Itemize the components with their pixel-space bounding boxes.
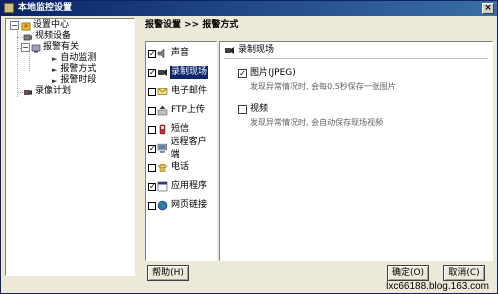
- phone-message-icon: [159, 124, 166, 135]
- option-label: 视频: [250, 104, 269, 114]
- divider: [224, 58, 488, 59]
- list-item-label: 应用程序: [171, 181, 208, 191]
- panel-title: 录制现场: [238, 45, 275, 55]
- list-item-sound[interactable]: ✓ 声音: [148, 46, 215, 61]
- record-scene-checkbox[interactable]: ✓: [148, 68, 156, 77]
- phone-checkbox[interactable]: [148, 163, 156, 172]
- list-item-record-scene[interactable]: ✓ 录制现场: [148, 65, 215, 80]
- settings-tree: − 设置中心 视频设备 − 报警有关 ► 自动监测 ► 报警方式 ► 报警时段 …: [5, 18, 135, 276]
- ok-button[interactable]: 确定(O): [387, 265, 429, 281]
- tree-item-auto-detect[interactable]: ► 自动监测: [52, 53, 96, 64]
- tree-item-video-device[interactable]: 视频设备: [23, 31, 71, 42]
- telephone-icon: [157, 163, 168, 172]
- list-item-email[interactable]: 电子邮件: [148, 84, 215, 99]
- remote-client-checkbox[interactable]: ✓: [148, 144, 156, 153]
- application-checkbox[interactable]: ✓: [148, 182, 156, 191]
- option-label: 图片(JPEG): [250, 68, 296, 78]
- list-item-application[interactable]: ✓ 应用程序: [148, 179, 215, 194]
- tree-item-label: 视频设备: [35, 31, 72, 41]
- list-item-label: 录制现场: [170, 66, 209, 79]
- sms-checkbox[interactable]: [148, 125, 156, 134]
- record-plan-icon: [24, 89, 32, 95]
- watermark: lxc66188.blog.163.com: [386, 281, 489, 292]
- computer-icon: [157, 143, 167, 153]
- camera-icon: [23, 34, 32, 40]
- option-description: 发现异常情况时, 会每0.5秒保存一张图片: [250, 82, 396, 91]
- tree-item-alarm-related[interactable]: − 报警有关: [21, 42, 79, 53]
- envelope-icon: [157, 88, 168, 95]
- collapse-icon[interactable]: −: [10, 21, 19, 30]
- web-link-checkbox[interactable]: [148, 201, 156, 210]
- settings-window: 本地监控设置 × − 设置中心 视频设备 − 报警有关 ► 自动监测 ► 报警方…: [0, 0, 498, 294]
- tree-item-record-plan[interactable]: 录像计划: [23, 86, 71, 97]
- jpeg-checkbox[interactable]: ✓: [238, 69, 247, 78]
- ftp-checkbox[interactable]: [148, 106, 156, 115]
- list-item-label: FTP上传: [171, 105, 205, 115]
- application-icon: [157, 181, 168, 192]
- video-camera-icon: [225, 47, 234, 54]
- list-item-ftp[interactable]: FTP上传: [148, 103, 215, 118]
- tree-item-label: 录像计划: [35, 86, 72, 96]
- list-item-label: 网页链接: [171, 200, 208, 210]
- list-item-label: 电子邮件: [171, 86, 208, 96]
- title-bar[interactable]: 本地监控设置 ×: [1, 1, 497, 16]
- arrow-icon: ►: [52, 65, 58, 74]
- list-item-label: 电话: [171, 162, 190, 172]
- arrow-icon: ►: [52, 76, 58, 85]
- close-button[interactable]: ×: [482, 3, 494, 14]
- list-item-label: 远程客户端: [170, 136, 207, 160]
- alarm-icon: [31, 44, 41, 52]
- list-item-web-link[interactable]: 网页链接: [148, 198, 215, 213]
- collapse-icon[interactable]: −: [21, 43, 30, 52]
- tree-item-alarm-period[interactable]: ► 报警时段: [52, 75, 96, 86]
- email-checkbox[interactable]: [148, 87, 156, 96]
- page-breadcrumb: 报警设置 >> 报警方式: [145, 20, 239, 30]
- list-item-label: 声音: [171, 48, 190, 58]
- arrow-icon: ►: [52, 54, 58, 63]
- globe-icon: [157, 200, 168, 211]
- cancel-button[interactable]: 取消(C): [443, 265, 485, 281]
- list-item-label: 短信: [171, 124, 190, 134]
- tree-item-label: 报警方式: [60, 64, 97, 74]
- video-camera-icon: [158, 69, 167, 76]
- app-icon: [4, 3, 14, 13]
- panel-heading: 录制现场: [224, 45, 274, 56]
- option-jpeg[interactable]: ✓ 图片(JPEG): [238, 68, 296, 79]
- sound-checkbox[interactable]: ✓: [148, 49, 156, 58]
- list-item-phone[interactable]: 电话: [148, 160, 215, 175]
- tree-item-label: 报警有关: [43, 42, 80, 52]
- upload-icon: [157, 105, 168, 116]
- tree-item-label: 自动监测: [60, 53, 97, 63]
- settings-icon: [21, 22, 31, 30]
- tree-item-alarm-method[interactable]: ► 报警方式: [52, 64, 96, 75]
- tree-root-settings-center[interactable]: − 设置中心: [10, 20, 69, 31]
- record-scene-panel: 录制现场 ✓ 图片(JPEG) 发现异常情况时, 会每0.5秒保存一张图片 视频…: [219, 41, 493, 261]
- option-video[interactable]: 视频: [238, 104, 268, 115]
- help-button[interactable]: 帮助(H): [147, 265, 189, 281]
- option-description: 发现异常情况时, 会自动保存现场视频: [250, 118, 384, 127]
- window-title: 本地监控设置: [18, 3, 73, 13]
- video-checkbox[interactable]: [238, 105, 247, 114]
- tree-root-label: 设置中心: [33, 20, 70, 30]
- alarm-method-list: ✓ 声音 ✓ 录制现场 电子邮件 FTP上传 短信 ✓ 远程客户端 电话 ✓ 应…: [145, 41, 217, 261]
- tree-item-label: 报警时段: [60, 75, 97, 85]
- speaker-icon: [157, 48, 165, 59]
- list-item-remote-client[interactable]: ✓ 远程客户端: [148, 137, 215, 160]
